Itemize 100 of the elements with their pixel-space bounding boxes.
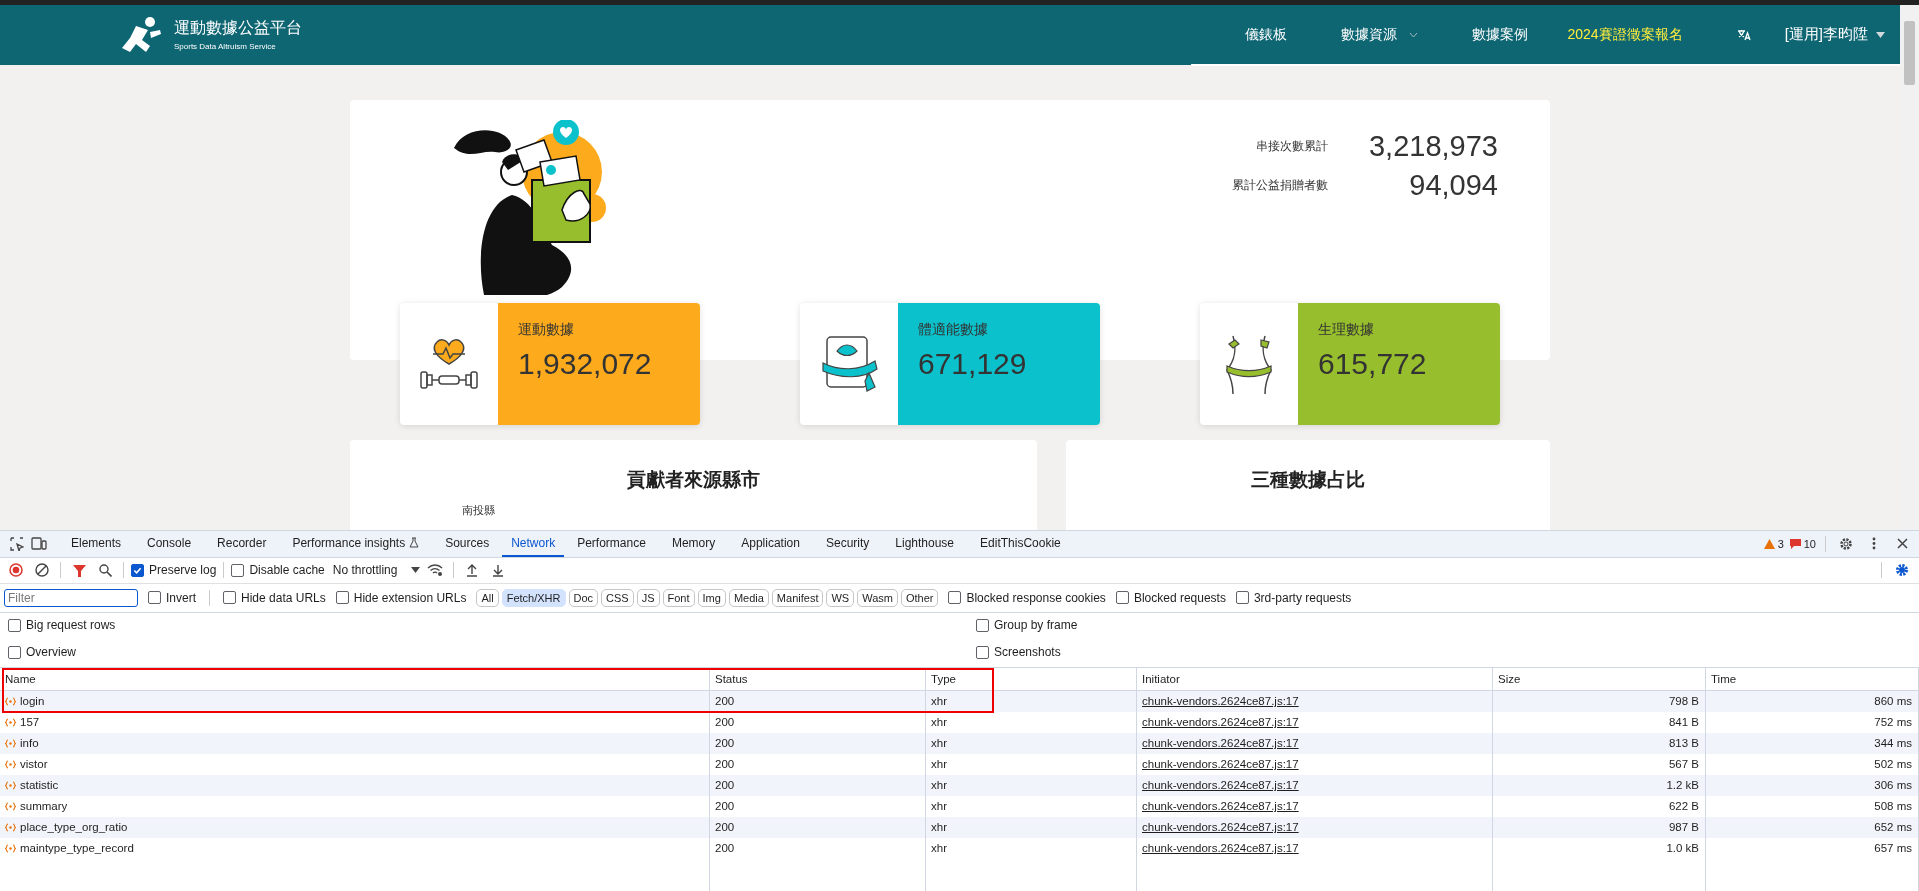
column-header[interactable]: Size bbox=[1493, 668, 1706, 691]
request-name-cell[interactable]: info bbox=[0, 733, 710, 754]
devtools-tab[interactable]: Recorder bbox=[204, 531, 280, 557]
table-cell: xhr bbox=[926, 817, 1137, 838]
initiator-link[interactable]: chunk-vendors.2624ce87.js:17 bbox=[1142, 821, 1299, 834]
column-header[interactable]: Name bbox=[0, 668, 710, 691]
request-name-cell[interactable]: 157 bbox=[0, 712, 710, 733]
request-name-cell[interactable]: statistic bbox=[0, 775, 710, 796]
checkbox-label[interactable]: Blocked response cookies bbox=[966, 591, 1106, 605]
type-filter-chip[interactable]: WS bbox=[826, 589, 855, 607]
checkbox[interactable] bbox=[131, 564, 144, 577]
table-cell: 200 bbox=[710, 733, 926, 754]
checkbox-label[interactable]: Disable cache bbox=[249, 563, 325, 578]
user-menu[interactable]: [運用]李昀陞 bbox=[1784, 25, 1885, 45]
checkbox[interactable] bbox=[8, 618, 21, 632]
error-count[interactable]: 10 bbox=[1803, 538, 1816, 550]
checkbox[interactable] bbox=[148, 591, 161, 605]
checkbox[interactable] bbox=[8, 645, 21, 659]
devtools-tab[interactable]: Sources bbox=[432, 531, 503, 557]
table-cell: 508 ms bbox=[1706, 796, 1919, 817]
nav-link[interactable]: 2024賽證徵案報名 bbox=[1567, 26, 1683, 44]
checkbox-label[interactable]: Screenshots bbox=[994, 645, 1061, 660]
checkbox-label[interactable]: 3rd-party requests bbox=[1253, 591, 1352, 605]
initiator-link[interactable]: chunk-vendors.2624ce87.js:17 bbox=[1142, 695, 1299, 708]
caret-icon bbox=[411, 567, 421, 574]
scale-tape-icon bbox=[819, 333, 879, 395]
checkbox[interactable] bbox=[976, 645, 989, 659]
type-filter-chip[interactable]: Font bbox=[662, 589, 695, 607]
column-header[interactable]: Status bbox=[710, 668, 926, 691]
table-cell: xhr bbox=[926, 775, 1137, 796]
checkbox[interactable] bbox=[948, 591, 962, 605]
initiator-link[interactable]: chunk-vendors.2624ce87.js:17 bbox=[1142, 737, 1299, 750]
initiator-link[interactable]: chunk-vendors.2624ce87.js:17 bbox=[1142, 779, 1299, 792]
devtools-tab[interactable]: Elements bbox=[58, 531, 135, 557]
translate-icon[interactable] bbox=[1736, 29, 1751, 41]
initiator-link[interactable]: chunk-vendors.2624ce87.js:17 bbox=[1142, 800, 1299, 813]
request-name-cell[interactable]: summary bbox=[0, 796, 710, 817]
checkbox-label[interactable]: Overview bbox=[26, 645, 76, 660]
table-cell: 200 bbox=[710, 691, 926, 712]
request-name-cell[interactable]: login bbox=[0, 691, 710, 712]
throttling-dropdown[interactable]: No throttling bbox=[332, 563, 421, 578]
devtools-tab[interactable]: EditThisCookie bbox=[967, 531, 1074, 557]
devtools-tab[interactable]: Network bbox=[502, 531, 565, 557]
nav-link[interactable]: 數據案例 bbox=[1471, 26, 1528, 44]
scrollbar-thumb[interactable] bbox=[1904, 21, 1915, 85]
type-filter-chip[interactable]: Wasm bbox=[857, 589, 898, 607]
initiator-link[interactable]: chunk-vendors.2624ce87.js:17 bbox=[1142, 716, 1299, 729]
table-cell: 200 bbox=[710, 796, 926, 817]
type-filter-chip[interactable]: Other bbox=[900, 589, 939, 607]
devtools-tab[interactable]: Security bbox=[812, 531, 883, 557]
checkbox-label[interactable]: Hide extension URLs bbox=[353, 591, 467, 605]
initiator-link[interactable]: chunk-vendors.2624ce87.js:17 bbox=[1142, 758, 1299, 771]
devtools-tab[interactable]: Lighthouse bbox=[882, 531, 968, 557]
devtools-tab[interactable]: Performance bbox=[564, 531, 659, 557]
checkbox[interactable] bbox=[1235, 591, 1249, 605]
request-name-cell[interactable]: place_type_org_ratio bbox=[0, 817, 710, 838]
xhr-icon bbox=[5, 781, 16, 790]
type-filter-chip[interactable]: Img bbox=[697, 589, 726, 607]
filter-field[interactable]: Filter bbox=[4, 589, 138, 607]
xhr-icon bbox=[5, 844, 16, 853]
request-name-cell[interactable]: maintype_type_record bbox=[0, 838, 710, 859]
devtools-tab[interactable]: Console bbox=[134, 531, 205, 557]
devtools-tab[interactable]: Application bbox=[728, 531, 813, 557]
column-header[interactable]: Time bbox=[1706, 668, 1919, 691]
request-name-cell[interactable]: vistor bbox=[0, 754, 710, 775]
table-cell: 752 ms bbox=[1706, 712, 1919, 733]
type-filter-chip[interactable]: JS bbox=[636, 589, 660, 607]
table-cell: 841 B bbox=[1493, 712, 1706, 733]
type-filter-chip[interactable]: Doc bbox=[568, 589, 599, 607]
checkbox[interactable] bbox=[1115, 591, 1129, 605]
error-icon bbox=[1789, 539, 1801, 549]
stat-label: 串接次數累計 bbox=[1255, 138, 1328, 155]
type-filter-chip[interactable]: Fetch/XHR bbox=[501, 589, 566, 607]
devtools-tab[interactable]: Memory bbox=[658, 531, 729, 557]
type-filter-chip[interactable]: Manifest bbox=[771, 589, 824, 607]
type-filter-chip[interactable]: All bbox=[476, 589, 499, 607]
checkbox[interactable] bbox=[335, 591, 349, 605]
table-cell: 987 B bbox=[1493, 817, 1706, 838]
devtools-tab[interactable]: Performance insights bbox=[279, 531, 433, 557]
column-header[interactable]: Initiator bbox=[1137, 668, 1493, 691]
checkbox-label[interactable]: Big request rows bbox=[26, 618, 116, 633]
nav-link[interactable]: 儀錶板 bbox=[1244, 26, 1287, 44]
initiator-link[interactable]: chunk-vendors.2624ce87.js:17 bbox=[1142, 842, 1299, 855]
table-cell: 200 bbox=[710, 817, 926, 838]
checkbox-label[interactable]: Group by frame bbox=[994, 618, 1078, 633]
checkbox-label[interactable]: Preserve log bbox=[149, 563, 217, 578]
checkbox[interactable] bbox=[231, 564, 245, 577]
checkbox-label[interactable]: Blocked requests bbox=[1133, 591, 1226, 605]
nav-link[interactable]: 數據資源 bbox=[1340, 26, 1418, 44]
column-header[interactable]: Type bbox=[926, 668, 1137, 691]
checkbox[interactable] bbox=[976, 618, 989, 632]
checkbox[interactable] bbox=[223, 591, 236, 605]
warning-count[interactable]: 3 bbox=[1777, 538, 1784, 550]
checkbox-label[interactable]: Invert bbox=[166, 591, 196, 605]
table-cell: 502 ms bbox=[1706, 754, 1919, 775]
type-filter-chip[interactable]: Media bbox=[728, 589, 769, 607]
table-cell: 200 bbox=[710, 754, 926, 775]
type-filter-chip[interactable]: CSS bbox=[601, 589, 634, 607]
table-cell: 1.0 kB bbox=[1493, 838, 1706, 859]
checkbox-label[interactable]: Hide data URLs bbox=[241, 591, 326, 605]
